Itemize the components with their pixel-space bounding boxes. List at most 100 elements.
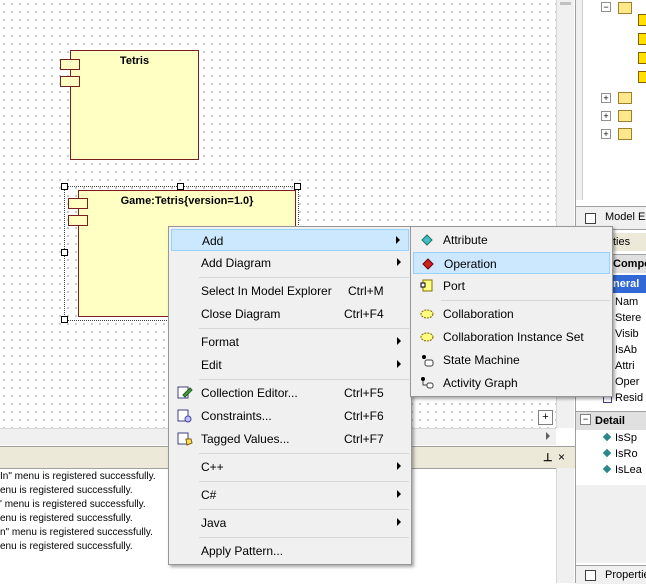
property-attributes[interactable]: Attri xyxy=(615,360,635,372)
menu-item-label: Constraints... xyxy=(201,409,272,423)
menu-item-label: Add Diagram xyxy=(201,256,272,270)
tagged-values-icon xyxy=(177,432,193,446)
output-line: enu is registered successfully. xyxy=(0,485,133,496)
menu-item-label: C# xyxy=(201,488,217,502)
submenu-item-activity-graph[interactable]: Activity Graph xyxy=(413,372,610,394)
submenu-item-attribute[interactable]: Attribute xyxy=(413,229,610,251)
menu-item-edit[interactable]: Edit xyxy=(171,354,409,376)
property-isabstract[interactable]: IsAb xyxy=(615,344,637,356)
menu-item-select-in-model-explorer[interactable]: Select In Model Explorer Ctrl+M xyxy=(171,280,409,302)
scroll-thumb[interactable] xyxy=(560,2,571,5)
tree-expand-icon[interactable]: + xyxy=(601,93,611,103)
property-name[interactable]: Nam xyxy=(615,296,638,308)
property-icon xyxy=(602,464,612,474)
menu-item-collection-editor[interactable]: Collection Editor... Ctrl+F5 xyxy=(171,382,409,404)
menu-item-label: Operation xyxy=(444,257,497,271)
resize-handle[interactable] xyxy=(294,183,301,190)
add-submenu: Attribute Operation Port Collaboration C… xyxy=(410,226,613,397)
output-line: ' menu is registered successfully. xyxy=(0,499,146,510)
property-isroot[interactable]: IsRo xyxy=(615,448,638,460)
property-isspecification[interactable]: IsSp xyxy=(615,432,637,444)
collection-editor-icon xyxy=(177,386,193,399)
resize-handle[interactable] xyxy=(61,183,68,190)
menu-separator xyxy=(441,300,610,301)
component-title: Game:Tetris{version=1.0} xyxy=(120,195,254,207)
menu-item-close-diagram[interactable]: Close Diagram Ctrl+F4 xyxy=(171,303,409,325)
menu-item-label: Java xyxy=(201,516,227,530)
output-line: enu is registered successfully. xyxy=(0,541,133,552)
submenu-arrow-icon xyxy=(397,258,401,266)
scroll-right-icon[interactable] xyxy=(546,432,550,440)
menu-item-apply-pattern[interactable]: Apply Pattern... xyxy=(171,540,409,562)
menu-item-format[interactable]: Format xyxy=(171,331,409,353)
context-menu: Add Add Diagram Select In Model Explorer… xyxy=(168,226,412,565)
menu-item-add-diagram[interactable]: Add Diagram xyxy=(171,252,409,274)
element-icon xyxy=(638,33,646,45)
submenu-item-operation[interactable]: Operation xyxy=(413,252,610,274)
property-residents[interactable]: Resid xyxy=(615,392,643,404)
component-tetris[interactable]: Tetris xyxy=(70,50,199,160)
resize-handle[interactable] xyxy=(61,316,68,323)
menu-item-shortcut: Ctrl+F5 xyxy=(344,386,384,400)
menu-item-add[interactable]: Add xyxy=(171,229,409,251)
submenu-item-state-machine[interactable]: State Machine xyxy=(413,349,610,371)
menu-separator xyxy=(199,453,409,454)
resize-handle[interactable] xyxy=(61,249,68,256)
output-scrollbar[interactable] xyxy=(556,468,574,583)
submenu-item-collaboration[interactable]: Collaboration xyxy=(413,303,610,325)
attribute-icon xyxy=(421,234,433,246)
component-tab-icon xyxy=(68,215,88,226)
menu-item-java[interactable]: Java xyxy=(171,512,409,534)
menu-separator xyxy=(199,277,409,278)
menu-item-label: Add xyxy=(202,234,224,248)
property-stereotype[interactable]: Stere xyxy=(615,312,641,324)
output-line: In" menu is registered successfully. xyxy=(0,471,156,482)
tab-properties[interactable]: Propertie xyxy=(576,565,646,584)
element-icon xyxy=(638,14,646,26)
menu-item-label: Activity Graph xyxy=(443,376,518,390)
menu-item-label: Edit xyxy=(201,358,222,372)
menu-item-label: Apply Pattern... xyxy=(201,544,284,558)
output-line: enu is registered successfully. xyxy=(0,513,133,524)
close-icon[interactable]: × xyxy=(558,450,565,464)
menu-item-label: Format xyxy=(201,335,240,349)
resize-handle[interactable] xyxy=(177,183,184,190)
tree-scrollbar[interactable] xyxy=(576,0,583,200)
menu-separator xyxy=(199,537,409,538)
detail-property-list: IsSp IsRo IsLea xyxy=(601,430,646,480)
element-icon xyxy=(638,71,646,83)
general-header-label: neral xyxy=(613,278,640,290)
model-explorer-icon xyxy=(585,213,596,224)
menu-item-label: Tagged Values... xyxy=(201,432,290,446)
collapse-icon[interactable]: − xyxy=(580,414,591,425)
property-isleaf[interactable]: IsLea xyxy=(615,464,642,476)
component-title: Tetris xyxy=(119,55,150,67)
tab-label: Model Ex xyxy=(605,211,646,223)
tree-expand-icon[interactable]: + xyxy=(601,129,611,139)
tree-collapse-icon[interactable]: − xyxy=(601,2,611,12)
submenu-arrow-icon xyxy=(397,462,401,470)
submenu-item-collaboration-instance-set[interactable]: Collaboration Instance Set xyxy=(413,326,610,348)
property-operations[interactable]: Oper xyxy=(615,376,639,388)
compo-header-label: Compo xyxy=(613,258,646,270)
menu-separator xyxy=(199,328,409,329)
menu-item-label: State Machine xyxy=(443,353,520,367)
property-icon xyxy=(602,448,612,458)
menu-item-csharp[interactable]: C# xyxy=(171,484,409,506)
menu-item-cpp[interactable]: C++ xyxy=(171,456,409,478)
component-tab-icon xyxy=(68,198,88,209)
submenu-item-port[interactable]: Port xyxy=(413,275,610,297)
folder-icon xyxy=(618,2,632,14)
folder-icon xyxy=(618,92,632,104)
pin-icon[interactable]: ⊥ xyxy=(543,451,553,464)
tree-expand-icon[interactable]: + xyxy=(601,111,611,121)
menu-item-label: Collection Editor... xyxy=(201,386,298,400)
detail-header-label: Detail xyxy=(595,415,625,427)
menu-item-constraints[interactable]: Constraints... Ctrl+F6 xyxy=(171,405,409,427)
menu-item-tagged-values[interactable]: Tagged Values... Ctrl+F7 xyxy=(171,428,409,450)
zoom-plus-icon[interactable]: + xyxy=(538,410,553,425)
property-icon xyxy=(602,432,612,442)
component-tab-icon xyxy=(60,59,80,70)
property-visibility[interactable]: Visib xyxy=(615,328,639,340)
detail-header: − Detail xyxy=(576,411,646,430)
